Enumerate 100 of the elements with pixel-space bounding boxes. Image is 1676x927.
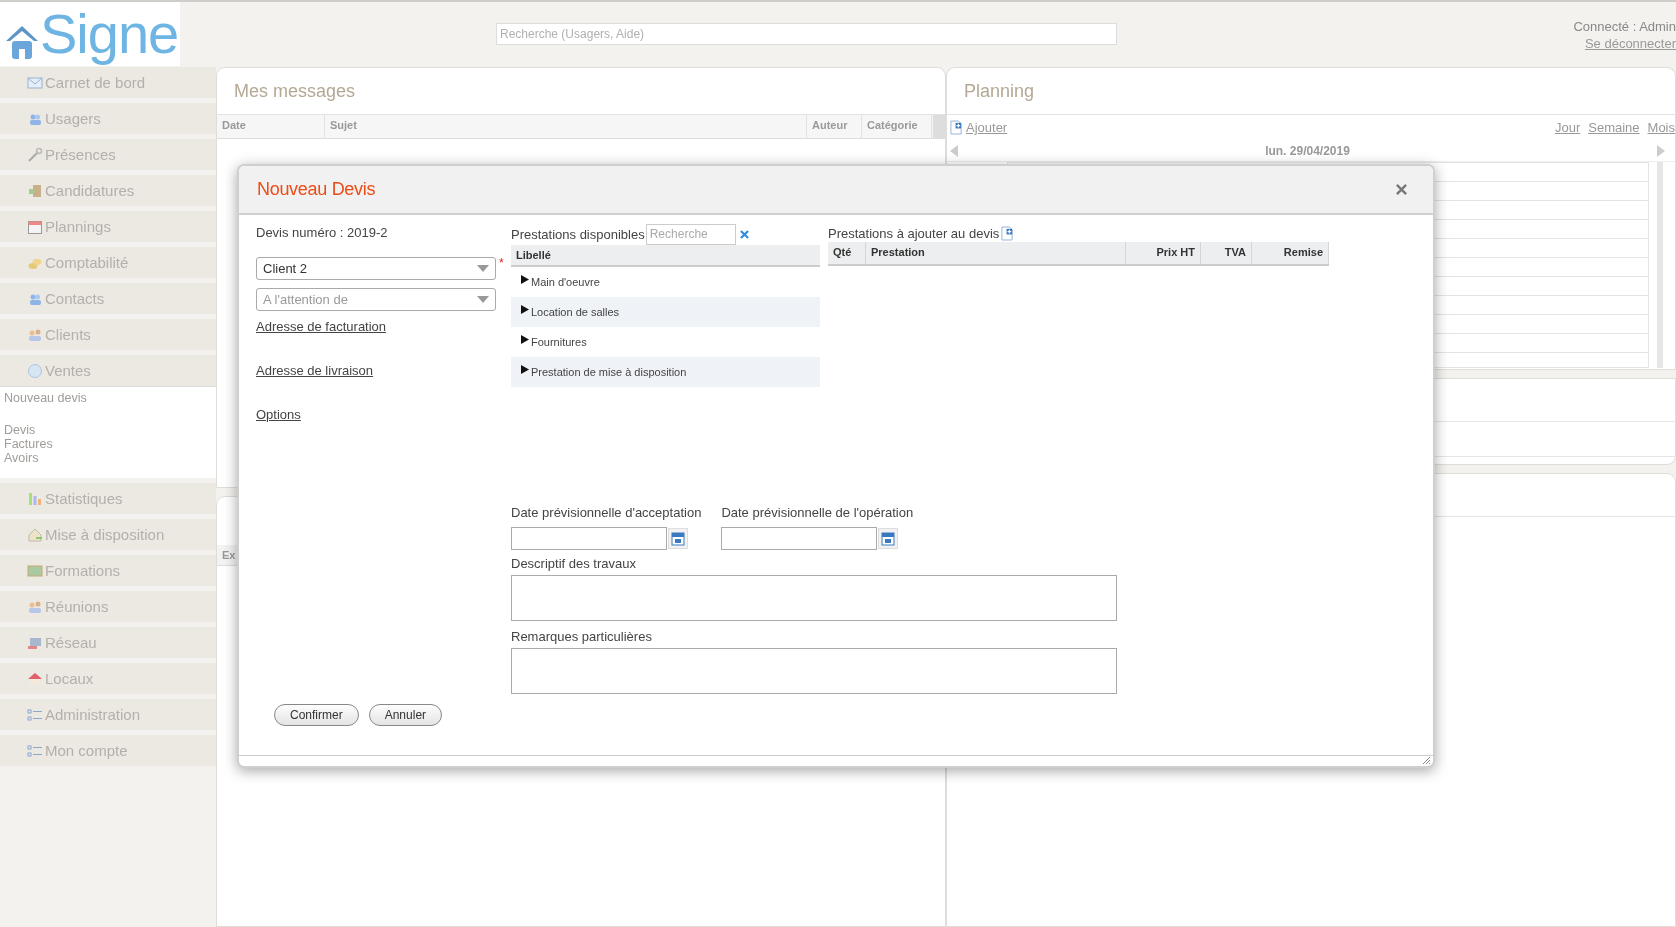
date-label: lun. 29/04/2019	[1265, 143, 1350, 158]
dropdown-icon	[477, 296, 489, 303]
sidebar-item[interactable]: Comptabilité	[0, 247, 216, 278]
sidebar-item[interactable]: Réseau	[0, 627, 216, 658]
quote-number: Devis numéro : 2019-2	[256, 225, 389, 240]
view-link[interactable]: Jour	[1554, 120, 1581, 135]
tree-row-label: Fournitures	[531, 336, 587, 348]
field-label: Remarques particulières	[511, 629, 653, 645]
tree-row[interactable]: Fournitures	[511, 327, 820, 357]
sidebar-item[interactable]: Mon compte	[0, 735, 216, 766]
column-header[interactable]: Prix HT	[1126, 242, 1201, 264]
sidebar-item[interactable]: Contacts	[0, 283, 216, 314]
scrollbar[interactable]	[1657, 162, 1663, 368]
dropdown-icon	[477, 265, 489, 272]
column-header[interactable]: Sujet	[325, 115, 807, 138]
expand-icon[interactable]	[521, 335, 529, 344]
required-mark: *	[499, 257, 504, 269]
submenu-link[interactable]: Nouveau devis	[4, 391, 212, 405]
sidebar-item[interactable]: Carnet de bord	[0, 67, 216, 98]
close-icon	[1396, 184, 1407, 195]
submenu-link[interactable]: Avoirs	[4, 451, 212, 465]
calendar-icon	[881, 531, 896, 546]
sidebar-item[interactable]: Formations	[0, 555, 216, 586]
column-header[interactable]: Prestation	[866, 242, 1126, 264]
sidebar-item[interactable]: Statistiques	[0, 483, 216, 514]
section-link[interactable]: Adresse de livraison	[256, 363, 374, 378]
sidebar-item[interactable]: Plannings	[0, 211, 216, 242]
add-link[interactable]: Ajouter	[950, 120, 1008, 135]
field-label: Date prévisionnelle de l'opération	[721, 505, 914, 521]
expand-icon[interactable]	[521, 305, 529, 314]
description-field[interactable]	[511, 575, 1117, 621]
field-label: Date prévisionnelle d'acceptation	[511, 505, 702, 521]
view-link[interactable]: Mois	[1647, 120, 1675, 135]
envelope-icon	[27, 74, 43, 91]
scrollbar[interactable]	[933, 115, 945, 138]
logo[interactable]: Signe	[0, 2, 180, 66]
action-button[interactable]: Confirmer	[274, 704, 359, 726]
field-label: Descriptif des travaux	[511, 556, 637, 572]
wrench-icon	[27, 146, 43, 163]
bar-chart-icon	[27, 490, 43, 507]
clear-icon	[739, 229, 749, 239]
board-icon	[27, 562, 43, 579]
submenu-link[interactable]: Devis	[4, 423, 212, 437]
calendar-icon	[27, 218, 43, 235]
date-field[interactable]	[721, 527, 878, 550]
expand-icon[interactable]	[521, 275, 529, 284]
close-button[interactable]	[1394, 182, 1409, 197]
column-header[interactable]: Remise	[1252, 242, 1329, 264]
user-label: Connecté : Admin	[1573, 18, 1676, 35]
section-link[interactable]: Adresse de facturation	[256, 319, 387, 334]
sidebar-item[interactable]: Présences	[0, 139, 216, 170]
remarks-field[interactable]	[511, 648, 1117, 694]
logout-link[interactable]: Se déconnecter	[1584, 35, 1676, 52]
globe-icon	[27, 362, 43, 379]
calendar-button[interactable]	[878, 528, 899, 549]
door-icon	[27, 182, 43, 199]
house-icon	[27, 670, 43, 687]
tree-row-label: Prestation de mise à disposition	[531, 366, 687, 378]
sidebar-item[interactable]: Ventes	[0, 355, 216, 386]
section-label: Prestations disponibles	[511, 226, 645, 242]
search-field[interactable]: Recherche	[645, 223, 736, 245]
sidebar-item[interactable]: Administration	[0, 699, 216, 730]
search-field[interactable]: Recherche (Usagers, Aide)	[496, 23, 1117, 45]
sidebar-item[interactable]: Usagers	[0, 103, 216, 134]
tree-row-label: Main d'oeuvre	[531, 276, 600, 288]
tree-row[interactable]: Location de salles	[511, 297, 820, 327]
tree-row[interactable]: Prestation de mise à disposition	[511, 357, 820, 387]
house-icon	[27, 526, 43, 543]
panel-title: Planning	[947, 68, 1675, 115]
sidebar-item[interactable]: Candidatures	[0, 175, 216, 206]
view-link[interactable]: Semaine	[1588, 120, 1640, 135]
add-document-icon[interactable]	[950, 120, 963, 135]
attention-select[interactable]: A l'attention de	[256, 288, 496, 311]
column-header[interactable]: Catégorie	[862, 115, 932, 138]
date-field[interactable]	[511, 527, 667, 550]
section-link[interactable]: Options	[256, 407, 301, 422]
section-label: Prestations à ajouter au devis	[828, 225, 1000, 241]
column-header[interactable]: Libellé	[511, 245, 820, 267]
column-header[interactable]: TVA	[1201, 242, 1252, 264]
column-header[interactable]: Qté	[828, 242, 866, 264]
action-button[interactable]: Annuler	[368, 704, 443, 726]
tree-row-label: Location de salles	[531, 306, 620, 318]
calendar-icon	[671, 531, 685, 546]
sidebar-item[interactable]: Mise à disposition	[0, 519, 216, 550]
sidebar-item[interactable]: Clients	[0, 319, 216, 350]
sidebar-item[interactable]: Locaux	[0, 663, 216, 694]
dialog-title: Nouveau Devis	[257, 179, 376, 200]
expand-icon[interactable]	[521, 365, 529, 374]
tree-row[interactable]: Main d'oeuvre	[511, 267, 820, 297]
calendar-button[interactable]	[668, 528, 688, 549]
list-icon	[27, 742, 43, 759]
column-header[interactable]: Date	[217, 115, 325, 138]
submenu-link[interactable]: Factures	[4, 437, 212, 451]
add-document-icon[interactable]	[1001, 225, 1015, 241]
client-select[interactable]: Client 2	[256, 257, 496, 280]
sidebar-item[interactable]: Réunions	[0, 591, 216, 622]
resize-handle-icon[interactable]	[1421, 755, 1431, 765]
logo-text: Signe	[40, 2, 179, 66]
list-icon	[27, 706, 43, 723]
column-header[interactable]: Auteur	[807, 115, 862, 138]
